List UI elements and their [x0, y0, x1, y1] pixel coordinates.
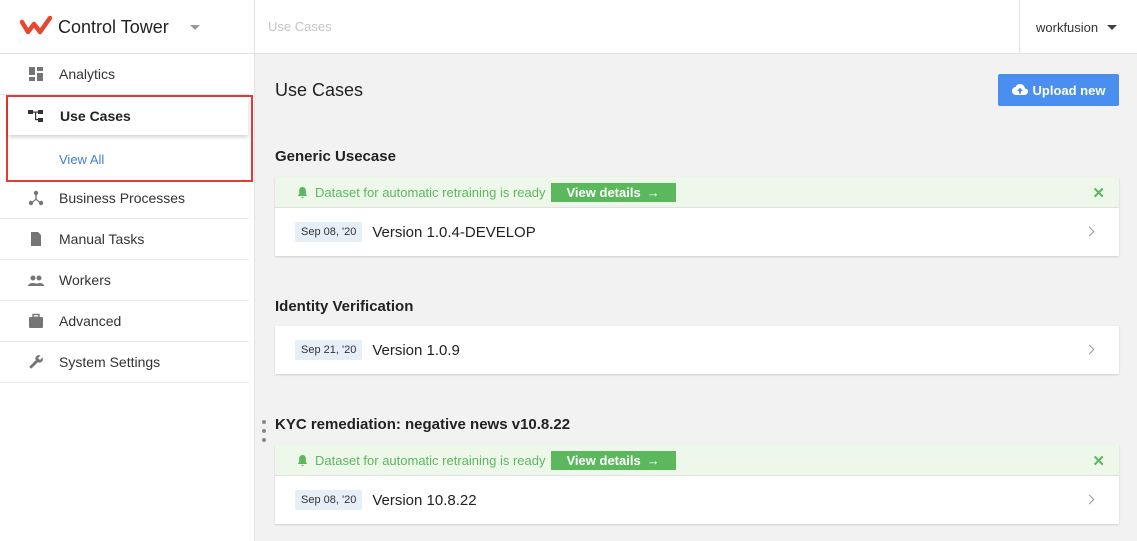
- version-row[interactable]: Sep 21, '20 Version 1.0.9: [275, 326, 1119, 374]
- retraining-alert: Dataset for automatic retraining is read…: [275, 177, 1119, 208]
- usecase-title: KYC remediation: negative news v10.8.22: [275, 416, 571, 433]
- chevron-right-icon: [1084, 494, 1095, 505]
- sidebar-resize-handle[interactable]: [261, 420, 267, 442]
- retraining-alert: Dataset for automatic retraining is read…: [275, 445, 1119, 476]
- page-title: Use Cases: [275, 80, 364, 100]
- sidebar-item-advanced[interactable]: Advanced: [0, 301, 249, 342]
- dashboard-icon: [28, 66, 44, 82]
- version-row[interactable]: Sep 08, '20 Version 1.0.4-DEVELOP: [275, 208, 1119, 256]
- upload-new-button[interactable]: Upload new: [998, 74, 1119, 106]
- sidebar-item-label: Analytics: [59, 66, 116, 82]
- alert-text: Dataset for automatic retraining is read…: [315, 184, 546, 200]
- usecase-card: Dataset for automatic retraining is read…: [275, 445, 1119, 524]
- version-label: Version 1.0.4-DEVELOP: [372, 223, 536, 241]
- sidebar-subitem-view-all[interactable]: View All: [59, 152, 104, 167]
- wrench-icon: [28, 354, 44, 370]
- sidebar-item-label: Business Processes: [59, 190, 186, 206]
- usecase-title: Generic Usecase: [275, 148, 396, 165]
- sidebar: Analytics Use Cases View All Business Pr…: [0, 54, 255, 541]
- briefcase-icon: [28, 313, 44, 329]
- sidebar-item-label: Workers: [59, 272, 111, 288]
- breadcrumb[interactable]: Use Cases: [268, 19, 332, 34]
- brand-switcher[interactable]: Control Tower: [0, 0, 255, 54]
- date-badge: Sep 08, '20: [295, 222, 363, 242]
- date-badge: Sep 08, '20: [295, 490, 363, 510]
- sidebar-item-analytics[interactable]: Analytics: [0, 54, 249, 95]
- app-title: Control Tower: [58, 16, 169, 37]
- bell-icon: [296, 454, 309, 467]
- caret-down-icon[interactable]: [190, 25, 200, 30]
- hierarchy-icon: [28, 108, 44, 124]
- version-label: Version 10.8.22: [372, 491, 477, 509]
- caret-down-icon: [1107, 24, 1118, 30]
- sidebar-item-workers[interactable]: Workers: [0, 260, 249, 301]
- cloud-upload-icon: [1011, 84, 1028, 95]
- people-icon: [28, 272, 44, 288]
- sidebar-item-manual-tasks[interactable]: Manual Tasks: [0, 219, 249, 260]
- view-details-label: View details: [566, 452, 641, 468]
- bell-icon: [296, 186, 309, 199]
- sidebar-item-label: Manual Tasks: [59, 231, 145, 247]
- version-label: Version 1.0.9: [372, 341, 460, 359]
- usecase-title: Identity Verification: [275, 298, 414, 315]
- top-bar: Control Tower Use Cases workfusion: [0, 0, 1137, 54]
- sidebar-item-label: Use Cases: [60, 108, 131, 124]
- arrow-right-icon: →: [646, 184, 660, 200]
- sidebar-item-use-cases[interactable]: Use Cases: [8, 97, 248, 135]
- document-icon: [28, 231, 44, 247]
- view-details-button[interactable]: View details →: [550, 182, 676, 202]
- alert-text: Dataset for automatic retraining is read…: [315, 452, 546, 468]
- usecase-card: Dataset for automatic retraining is read…: [275, 177, 1119, 256]
- sidebar-item-business-processes[interactable]: Business Processes: [0, 178, 249, 219]
- view-details-button[interactable]: View details →: [550, 450, 676, 470]
- sidebar-item-label: Advanced: [59, 313, 122, 329]
- usecase-card: Sep 21, '20 Version 1.0.9: [275, 326, 1119, 374]
- process-icon: [28, 190, 44, 206]
- user-menu[interactable]: workfusion: [1019, 0, 1137, 54]
- upload-new-label: Upload new: [1032, 82, 1106, 98]
- sidebar-item-system-settings[interactable]: System Settings: [0, 342, 249, 383]
- chevron-right-icon: [1084, 226, 1095, 237]
- arrow-right-icon: →: [646, 452, 660, 468]
- close-icon[interactable]: ✕: [1092, 452, 1105, 470]
- view-details-label: View details: [566, 184, 641, 200]
- sidebar-item-label: System Settings: [59, 354, 161, 370]
- close-icon[interactable]: ✕: [1092, 184, 1105, 202]
- date-badge: Sep 21, '20: [295, 340, 363, 360]
- version-row[interactable]: Sep 08, '20 Version 10.8.22: [275, 476, 1119, 524]
- chevron-right-icon: [1084, 344, 1095, 355]
- workfusion-logo-icon: [20, 16, 52, 35]
- user-name: workfusion: [1036, 19, 1099, 35]
